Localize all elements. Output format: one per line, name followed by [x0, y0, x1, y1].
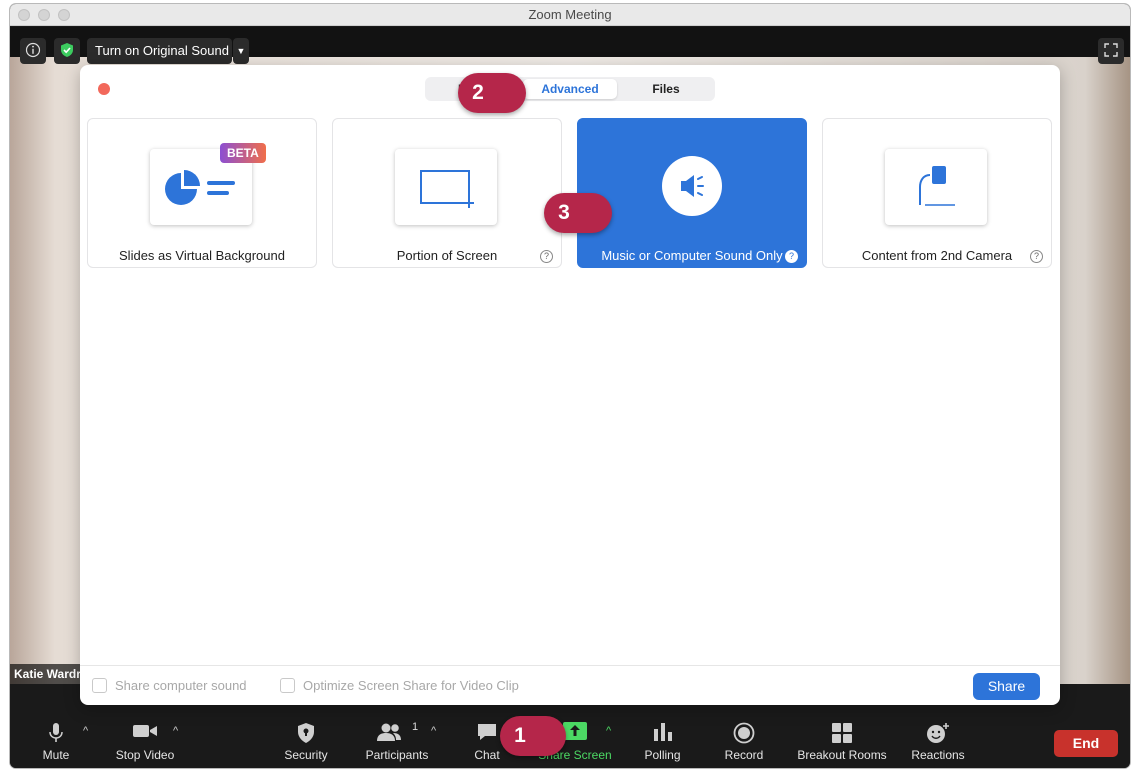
window-close-button[interactable]: [18, 9, 30, 21]
encryption-button[interactable]: [54, 38, 80, 64]
meeting-toolbar: Mute ^ Stop Video ^ Security 1 Participa…: [10, 713, 1130, 768]
polling-bars-icon: [653, 723, 672, 741]
video-camera-icon: [133, 725, 157, 737]
callout-badge-1: 1: [500, 716, 566, 756]
dialog-footer: Share computer sound Optimize Screen Sha…: [80, 665, 1060, 705]
mute-label: Mute: [42, 748, 70, 762]
speaker-icon: [662, 156, 722, 216]
breakout-rooms-icon: [832, 723, 852, 743]
help-icon[interactable]: ?: [1030, 250, 1043, 263]
security-shield-icon: [298, 723, 314, 743]
portion-thumbnail: [395, 149, 497, 225]
reactions-label: Reactions: [911, 748, 965, 762]
dialog-close-button[interactable]: [98, 83, 110, 95]
option-portion-of-screen[interactable]: Portion of Screen ?: [332, 118, 562, 268]
share-options-chevron[interactable]: ^: [606, 725, 611, 737]
chat-bubble-icon: [478, 724, 496, 740]
stop-video-button[interactable]: Stop Video: [110, 713, 180, 768]
participants-label: Participants: [365, 748, 429, 762]
tab-advanced[interactable]: Advanced: [523, 79, 617, 99]
microphone-icon: [49, 723, 63, 742]
participants-options-chevron[interactable]: ^: [431, 725, 436, 737]
beta-badge: BETA: [220, 143, 266, 163]
callout-badge-2: 2: [458, 73, 526, 113]
window-minimize-button[interactable]: [38, 9, 50, 21]
callout-number: 1: [514, 724, 526, 747]
callout-arrow: [548, 724, 566, 748]
record-icon: [733, 722, 755, 744]
breakout-rooms-button[interactable]: Breakout Rooms: [794, 713, 890, 768]
end-meeting-button[interactable]: End: [1054, 730, 1118, 757]
share-computer-sound-checkbox[interactable]: Share computer sound: [92, 678, 247, 693]
video-options-chevron[interactable]: ^: [173, 725, 178, 737]
callout-arrow: [508, 81, 526, 105]
mute-button[interactable]: Mute: [30, 713, 82, 768]
callout-arrow: [594, 201, 612, 225]
checkbox-label: Optimize Screen Share for Video Clip: [303, 678, 519, 693]
share-button[interactable]: Share: [973, 673, 1040, 700]
security-label: Security: [284, 748, 328, 762]
checkbox-box[interactable]: [92, 678, 107, 693]
option-slides-virtual-background[interactable]: BETA Slides as Virtual Background: [87, 118, 317, 268]
security-button[interactable]: Security: [280, 713, 332, 768]
title-bar: Zoom Meeting: [10, 4, 1130, 26]
option-label: Music or Computer Sound Only: [601, 248, 783, 263]
share-screen-dialog: Basic Advanced Files BETA Slides as Virt…: [80, 65, 1060, 705]
shield-check-icon: [61, 43, 73, 57]
record-label: Record: [724, 748, 764, 762]
fullscreen-button[interactable]: [1098, 38, 1124, 64]
original-sound-label: Turn on Original Sound: [95, 43, 229, 58]
option-label: Portion of Screen: [396, 248, 498, 263]
fullscreen-icon: [1104, 43, 1118, 57]
callout-number: 2: [472, 81, 484, 104]
share-screen-icon: [563, 722, 587, 740]
screen-portion-icon: [420, 170, 474, 208]
option-label: Slides as Virtual Background: [119, 248, 285, 263]
record-button[interactable]: Record: [716, 713, 772, 768]
caret-down-icon: ▼: [236, 46, 246, 56]
polling-label: Polling: [644, 748, 681, 762]
original-sound-button[interactable]: Turn on Original Sound: [87, 38, 232, 64]
participants-button[interactable]: 1 Participants: [359, 713, 435, 768]
checkbox-box[interactable]: [280, 678, 295, 693]
window-zoom-button[interactable]: [58, 9, 70, 21]
callout-badge-3: 3: [544, 193, 612, 233]
breakout-rooms-label: Breakout Rooms: [797, 748, 887, 762]
help-icon[interactable]: ?: [785, 250, 798, 263]
participants-icon: [377, 723, 401, 741]
meeting-info-button[interactable]: [20, 38, 46, 64]
stop-video-label: Stop Video: [115, 748, 175, 762]
original-sound-dropdown[interactable]: ▼: [233, 38, 249, 64]
option-label: Content from 2nd Camera: [861, 248, 1013, 263]
reactions-button[interactable]: Reactions: [905, 713, 971, 768]
polling-button[interactable]: Polling: [635, 713, 690, 768]
info-icon: [25, 42, 41, 58]
camera-thumbnail: [885, 149, 987, 225]
emoji-plus-icon: [927, 723, 949, 743]
callout-number: 3: [558, 201, 570, 224]
audio-options-chevron[interactable]: ^: [83, 725, 88, 737]
participant-name-label: Katie Wardr: [10, 664, 85, 684]
participant-count: 1: [412, 721, 419, 733]
checkbox-label: Share computer sound: [115, 678, 247, 693]
option-content-2nd-camera[interactable]: Content from 2nd Camera ?: [822, 118, 1052, 268]
optimize-video-clip-checkbox[interactable]: Optimize Screen Share for Video Clip: [280, 678, 519, 693]
option-music-computer-sound[interactable]: Music or Computer Sound Only ?: [577, 118, 807, 268]
help-icon[interactable]: ?: [540, 250, 553, 263]
window-title: Zoom Meeting: [528, 7, 612, 22]
tab-files[interactable]: Files: [621, 79, 711, 99]
camera-document-icon: [919, 166, 955, 206]
